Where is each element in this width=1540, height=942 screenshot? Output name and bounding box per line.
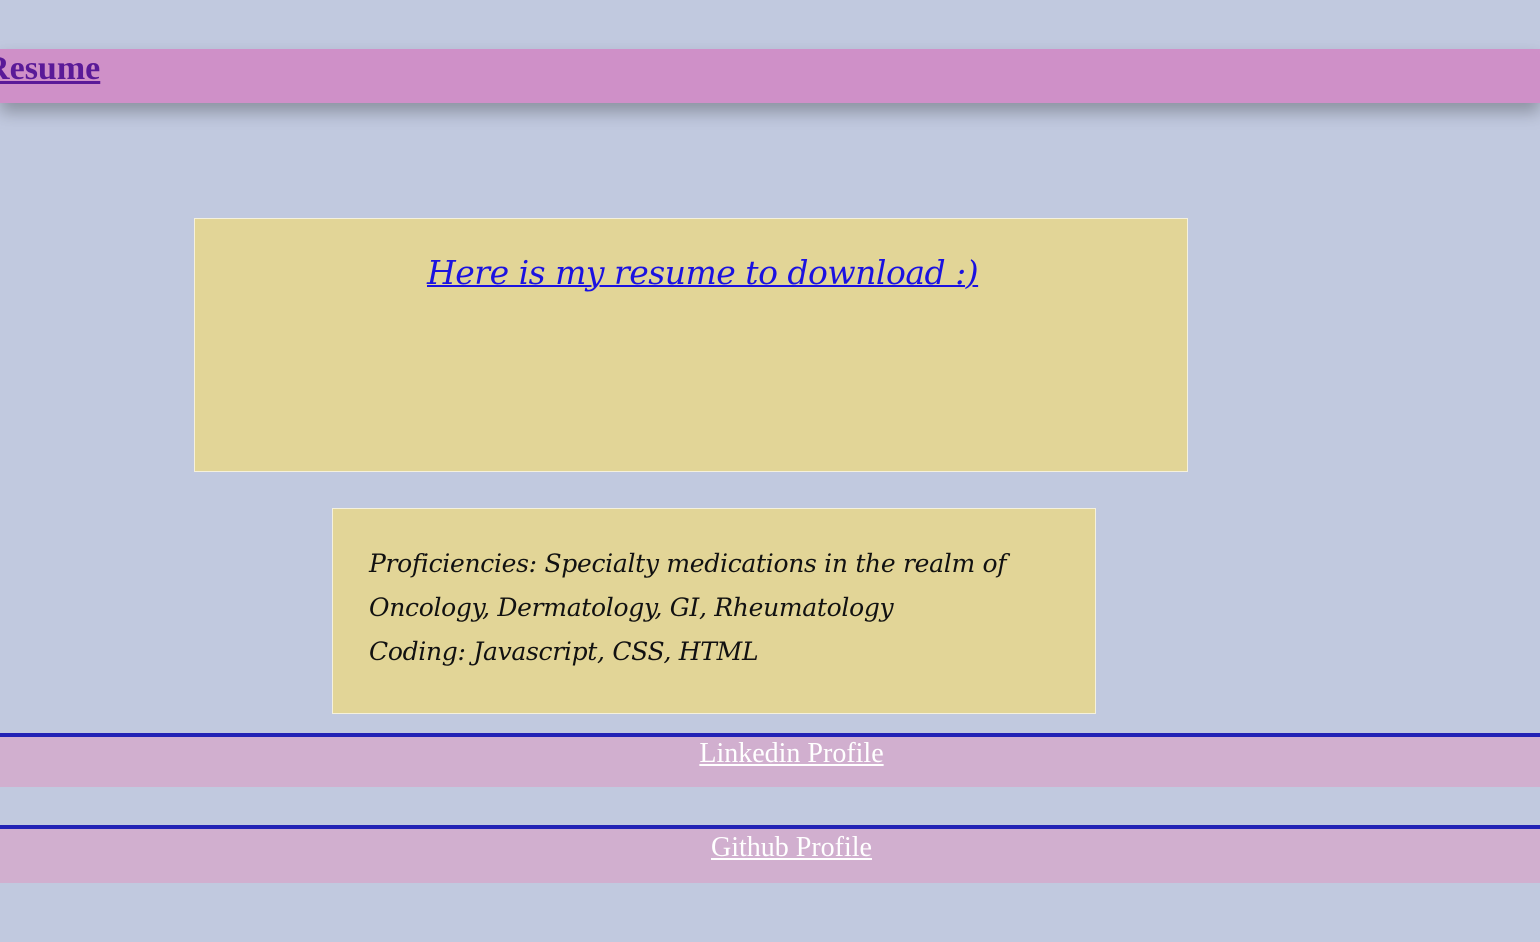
proficiencies-line: Proficiencies: Specialty medications in … <box>369 549 1007 578</box>
linkedin-profile-link[interactable]: Linkedin Profile <box>0 738 1540 770</box>
brand-link[interactable]: ReactResume <box>0 51 100 87</box>
github-profile-link[interactable]: Github Profile <box>0 832 1540 864</box>
skills-text: Proficiencies: Specialty medications in … <box>369 542 1069 674</box>
coding-skills-line: Coding: Javascript, CSS, HTML <box>369 637 759 666</box>
specialties-line: Oncology, Dermatology, GI, Rheumatology <box>369 593 894 622</box>
skills-card: Proficiencies: Specialty medications in … <box>332 508 1096 714</box>
resume-download-link[interactable]: Here is my resume to download :) <box>427 251 979 295</box>
linkedin-profile-bar: Linkedin Profile <box>0 733 1540 787</box>
top-navigation-bar: ReactResume <box>0 49 1540 103</box>
github-profile-bar: Github Profile <box>0 825 1540 883</box>
resume-download-card: Here is my resume to download :) <box>194 218 1188 472</box>
